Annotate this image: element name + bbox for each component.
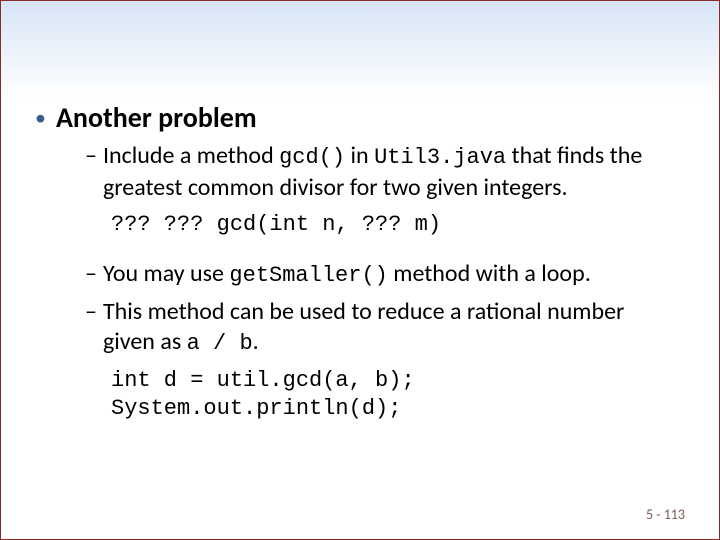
dash-marker: – xyxy=(85,259,97,289)
code-block-2: int d = util.gcd(a, b); System.out.print… xyxy=(111,367,669,423)
code-line: ??? ??? gcd(int n, ??? m) xyxy=(111,211,669,239)
sub-bullet-1: – Include a method gcd() in Util3.java t… xyxy=(85,141,669,203)
code-line: int d = util.gcd(a, b); xyxy=(111,367,669,395)
dash-marker: – xyxy=(85,141,97,171)
code-block-1: ??? ??? gcd(int n, ??? m) xyxy=(111,211,669,239)
inline-code: getSmaller() xyxy=(229,263,387,288)
slide-number: 5 - 113 xyxy=(646,506,685,523)
inline-code: gcd() xyxy=(279,145,345,170)
text-span: This method can be used to reduce a rati… xyxy=(103,297,624,356)
bullet-marker: • xyxy=(35,101,46,135)
sub-bullet-text: You may use getSmaller() method with a l… xyxy=(103,259,591,291)
text-span: . xyxy=(253,327,259,356)
text-span: in xyxy=(345,141,374,170)
inline-code: a / b xyxy=(187,331,253,356)
text-span: method with a loop. xyxy=(388,259,591,288)
sub-bullet-3: – This method can be used to reduce a ra… xyxy=(85,297,669,359)
code-line: System.out.println(d); xyxy=(111,395,669,423)
text-span: You may use xyxy=(103,259,229,288)
bullet-title: Another problem xyxy=(56,101,257,135)
sub-bullet-row: – You may use getSmaller() method with a… xyxy=(85,259,669,291)
dash-marker: – xyxy=(85,297,97,327)
sub-bullet-text: This method can be used to reduce a rati… xyxy=(103,297,669,359)
sub-bullet-row: – Include a method gcd() in Util3.java t… xyxy=(85,141,669,203)
bullet-row: • Another problem xyxy=(51,101,669,135)
inline-code: Util3.java xyxy=(374,145,506,170)
sub-bullet-2: – You may use getSmaller() method with a… xyxy=(85,259,669,291)
slide: • Another problem – Include a method gcd… xyxy=(0,0,720,540)
sub-bullet-row: – This method can be used to reduce a ra… xyxy=(85,297,669,359)
bullet-level1: • Another problem – Include a method gcd… xyxy=(51,101,669,423)
spacer xyxy=(51,239,669,253)
sub-bullet-text: Include a method gcd() in Util3.java tha… xyxy=(103,141,669,203)
text-span: Include a method xyxy=(103,141,279,170)
